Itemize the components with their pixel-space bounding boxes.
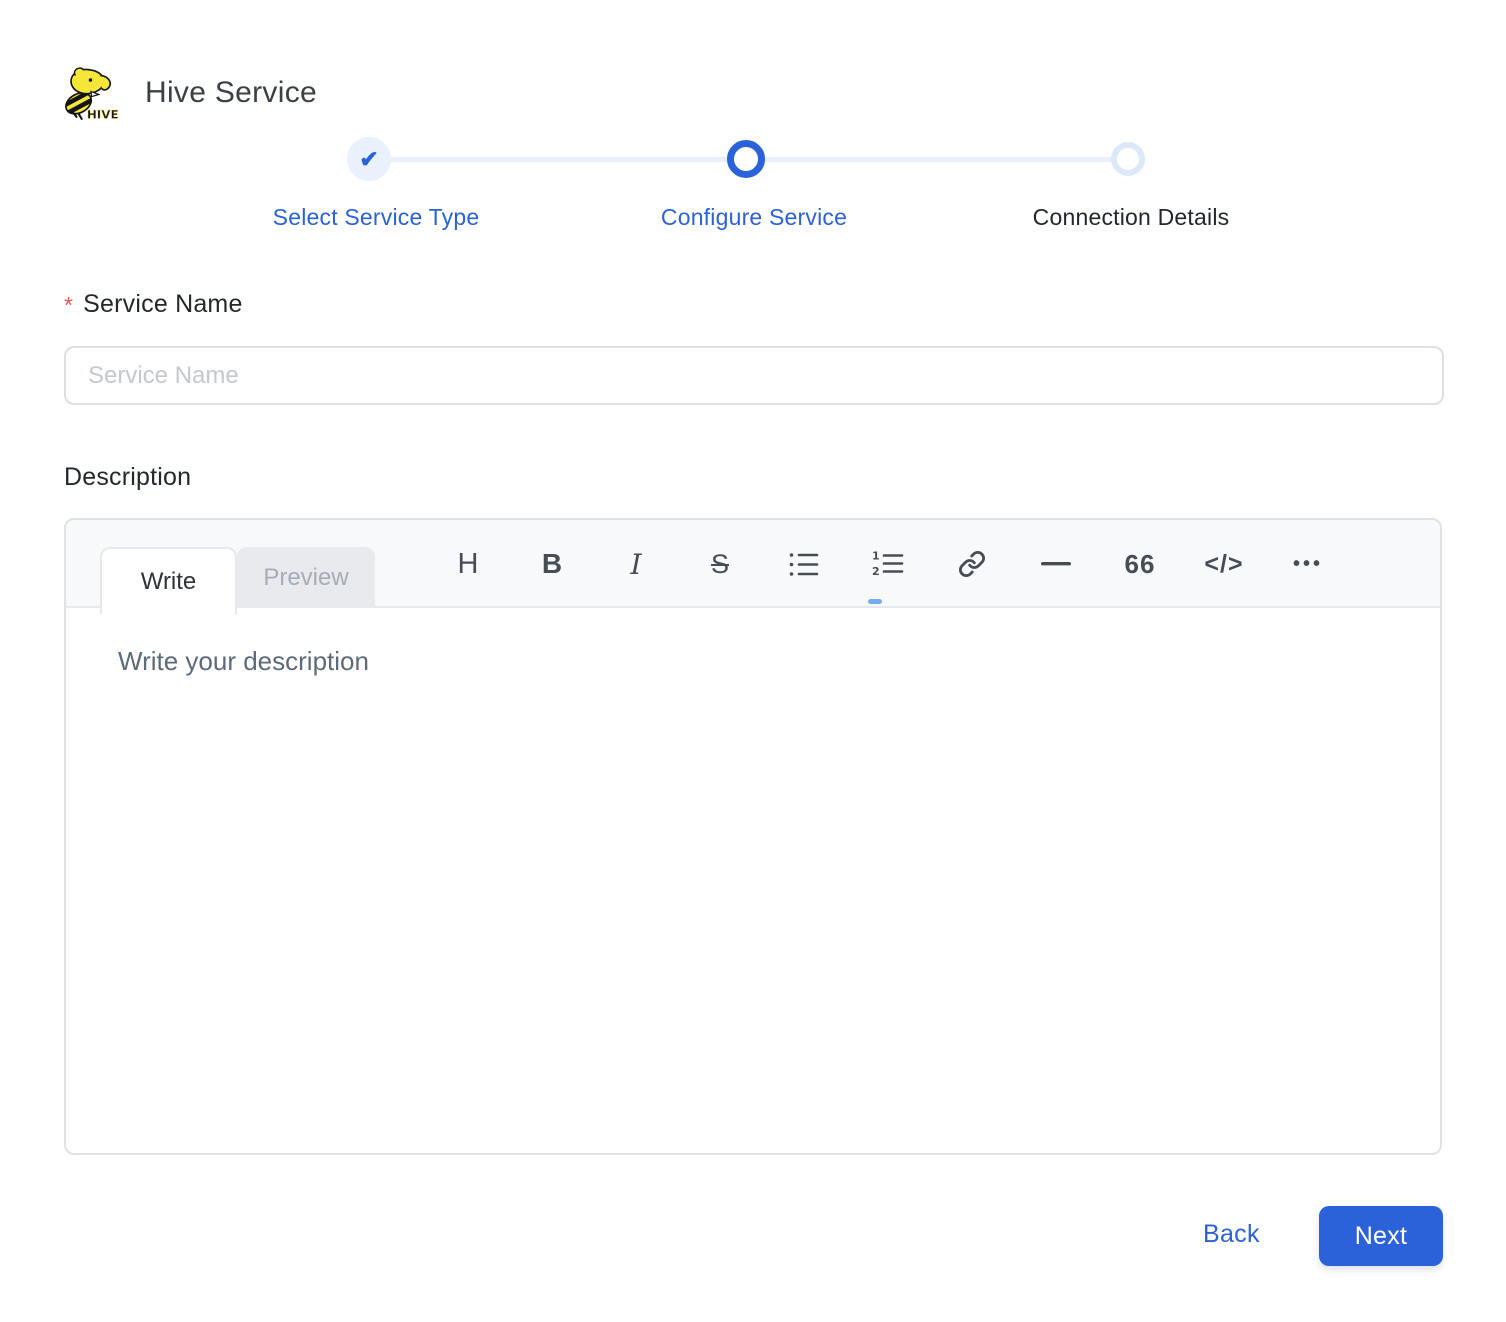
unordered-list-icon[interactable] [762,520,846,608]
step-label-connection-details: Connection Details [1033,204,1230,231]
step-indicator-configure-service [727,140,765,178]
hive-bee-logo-icon: HIVE [62,66,120,120]
tab-preview[interactable]: Preview [237,547,375,608]
service-name-label-text: Service Name [83,290,242,319]
step-indicator-connection-details [1111,142,1145,176]
next-button[interactable]: Next [1319,1206,1443,1266]
horizontal-rule-icon[interactable] [1014,520,1098,608]
hive-service-wizard: HIVE Hive Service ✔ Select Service Type … [0,0,1506,1322]
required-asterisk: * [64,292,73,319]
svg-text:HIVE: HIVE [87,107,119,120]
link-icon[interactable] [930,520,1014,608]
svg-text:1: 1 [872,550,880,563]
description-textarea[interactable] [66,610,1440,1153]
step-label-configure-service: Configure Service [661,204,847,231]
step-label-select-service-type: Select Service Type [273,204,480,231]
editor-toolbar-bar: Write Preview H B I S [66,520,1440,608]
back-button[interactable]: Back [1203,1220,1260,1249]
page-title: Hive Service [145,76,317,110]
description-label: Description [64,463,191,492]
toolbar-blue-artifact [868,599,882,604]
tab-write[interactable]: Write [100,547,237,614]
step-indicator-select-service-type: ✔ [347,137,391,181]
strikethrough-icon[interactable]: S [678,520,762,608]
svg-text:2: 2 [872,565,880,578]
service-name-label: * Service Name [64,290,243,319]
bold-icon[interactable]: B [510,520,594,608]
quote-icon[interactable]: 66 [1098,520,1182,608]
check-icon: ✔ [359,148,378,171]
ordered-list-icon[interactable]: 1 2 [846,520,930,608]
code-icon[interactable]: </> [1182,520,1266,608]
more-options-icon[interactable]: ••• [1266,520,1350,608]
italic-icon[interactable]: I [594,520,678,608]
service-name-input[interactable] [64,346,1444,405]
heading-icon[interactable]: H [426,520,510,608]
description-editor: Write Preview H B I S [64,518,1442,1155]
editor-toolbar: H B I S 1 2 [426,520,1350,608]
